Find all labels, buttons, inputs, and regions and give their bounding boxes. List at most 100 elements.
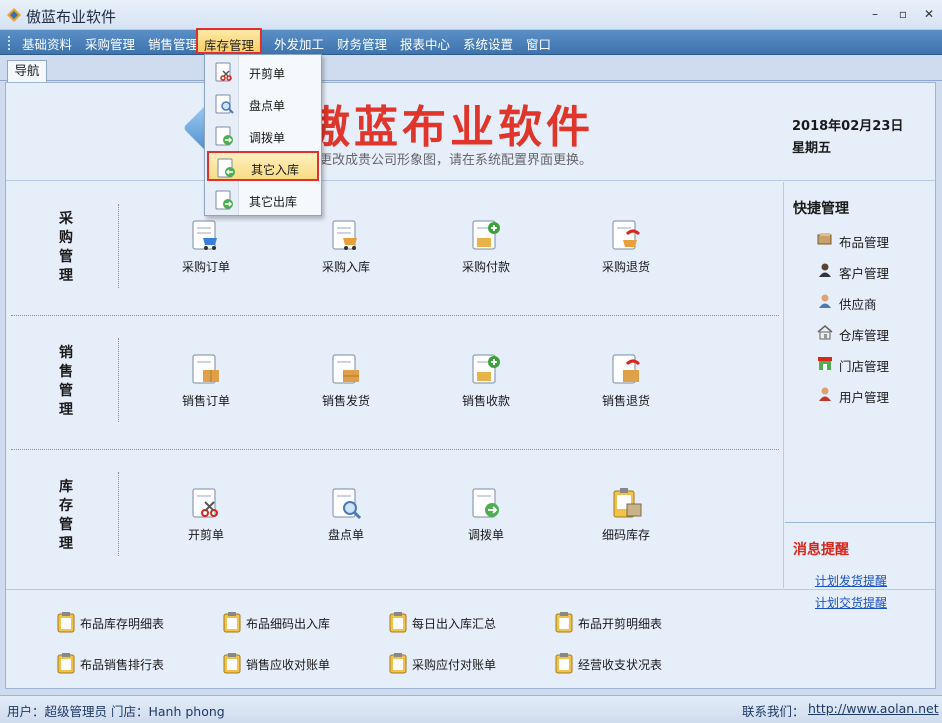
current-date: 2018年02月23日: [792, 119, 904, 134]
purchase-payment-tile[interactable]: 采购付款: [446, 218, 526, 288]
tab-strip: 导航: [0, 55, 942, 82]
dropdown-label: 盘点单: [249, 99, 286, 113]
side-separator: [785, 522, 935, 523]
purchase-order-tile[interactable]: 采购订单: [166, 218, 246, 288]
quick-customer-label: 客户管理: [839, 266, 890, 281]
stock-section: 库存管理 开剪单 盘点单 调拨单 细码库存: [6, 450, 784, 584]
transfer-label: 调拨单: [467, 528, 504, 542]
tab-navigation[interactable]: 导航: [7, 60, 47, 82]
dropdown-label: 其它出库: [249, 195, 298, 209]
purchase-return-label: 采购退货: [601, 260, 650, 274]
menu-bar: 基础资料 采购管理 销售管理 库存管理 外发加工 财务管理 报表中心 系统设置 …: [0, 28, 942, 55]
section-divider: [118, 204, 119, 288]
sales-delivery-label: 销售发货: [321, 394, 370, 408]
report-label: 每日出入库汇总: [412, 617, 497, 631]
dropdown-item-other-out[interactable]: 其它出库: [207, 185, 319, 215]
status-contact: 联系我们：: [742, 704, 805, 719]
dropdown-label: 其它入库: [251, 163, 300, 177]
fabric-icon: [817, 233, 832, 245]
sales-return-tile[interactable]: 销售退货: [586, 352, 666, 422]
menu-finance[interactable]: 财务管理: [337, 34, 387, 53]
maximize-button[interactable]: ▫: [892, 5, 914, 23]
sales-collection-tile[interactable]: 销售收款: [446, 352, 526, 422]
banner-title: 傲蓝布业软件: [306, 102, 594, 153]
menu-inventory[interactable]: 库存管理: [196, 28, 263, 54]
navigation-panel: 傲蓝布业软件 以更改成贵公司形象图，请在系统配置界面更换。 2018年02月23…: [5, 82, 936, 689]
sales-return-icon: [612, 354, 641, 384]
detail-stock-tile[interactable]: 细码库存: [586, 486, 666, 556]
cutting-order-tile[interactable]: 开剪单: [166, 486, 246, 556]
dropdown-item-transfer[interactable]: 调拨单: [207, 121, 319, 151]
quick-fabric-label: 布品管理: [839, 235, 890, 250]
clipboard-icon: [223, 653, 241, 674]
sales-delivery-tile[interactable]: 销售发货: [306, 352, 386, 422]
clipboard-icon: [57, 612, 75, 633]
sales-order-label: 销售订单: [181, 394, 230, 408]
sales-return-label: 销售退货: [601, 394, 650, 408]
sales-order-tile[interactable]: 销售订单: [166, 352, 246, 422]
purchase-order-icon: [192, 220, 217, 250]
section-divider: [118, 472, 119, 556]
report-label: 布品细码出入库: [246, 617, 331, 631]
purchase-receipt-label: 采购入库: [321, 260, 370, 274]
user-icon: [819, 387, 831, 401]
module-grid: 采购管理 采购订单 采购入库 采购付款 采购退货 销售管理 销售订单 销售发货 …: [6, 182, 784, 588]
menu-purchase[interactable]: 采购管理: [85, 34, 135, 53]
menu-grip: [8, 36, 11, 50]
purchase-payment-icon: [472, 220, 500, 250]
title-bar: 傲蓝布业软件 – ▫ ✕: [0, 0, 942, 30]
menu-window[interactable]: 窗口: [526, 34, 551, 53]
clipboard-icon: [57, 653, 75, 674]
outbound-doc-icon: [215, 190, 233, 210]
report-label: 销售应收对账单: [246, 658, 331, 672]
clipboard-icon: [389, 612, 407, 633]
minimize-button[interactable]: –: [864, 5, 886, 23]
sales-section-label: 销售管理: [59, 345, 73, 418]
purchase-order-label: 采购订单: [181, 260, 230, 274]
dropdown-label: 调拨单: [249, 131, 286, 145]
sales-delivery-icon: [332, 354, 359, 384]
sales-order-icon: [192, 354, 219, 384]
close-button[interactable]: ✕: [918, 5, 940, 23]
stock-section-label: 库存管理: [59, 479, 73, 552]
quick-warehouse-label: 仓库管理: [839, 328, 890, 343]
quick-panel: 快捷管理 布品管理 客户管理 供应商 仓库管理 门店管理 用户管理 消息提醒 计…: [785, 182, 935, 610]
detail-stock-label: 细码库存: [601, 528, 650, 542]
message-title: 消息提醒: [793, 542, 849, 558]
magnifier-doc-icon: [332, 488, 362, 520]
menu-sales[interactable]: 销售管理: [148, 34, 198, 53]
purchase-return-tile[interactable]: 采购退货: [586, 218, 666, 288]
menu-basic-data[interactable]: 基础资料: [22, 34, 72, 53]
window-title: 傲蓝布业软件: [26, 8, 117, 26]
store-icon: [818, 357, 832, 370]
menu-reports[interactable]: 报表中心: [400, 34, 450, 53]
report-label: 经营收支状况表: [578, 658, 663, 672]
clipboard-icon: [389, 653, 407, 674]
website-link[interactable]: http://www.aolan.net: [808, 701, 939, 716]
shipment-reminder-link[interactable]: 计划发货提醒: [815, 572, 887, 589]
scissors-doc-icon: [192, 488, 218, 518]
report-label: 布品开剪明细表: [578, 617, 663, 631]
purchase-receipt-icon: [332, 220, 357, 250]
transfer-tile[interactable]: 调拨单: [446, 486, 526, 556]
quick-title: 快捷管理: [793, 201, 849, 217]
transfer-doc-icon: [472, 488, 499, 518]
stocktake-tile[interactable]: 盘点单: [306, 486, 386, 556]
dropdown-label: 开剪单: [249, 67, 286, 81]
status-user: 用户：超级管理员 门店：Hanh phong: [7, 704, 225, 719]
report-shortcuts: 布品库存明细表 布品细码出入库 每日出入库汇总 布品开剪明细表 布品销售排行表 …: [6, 589, 935, 689]
inbound-doc-icon: [217, 158, 235, 178]
purchase-section: 采购管理 采购订单 采购入库 采购付款 采购退货: [6, 182, 784, 316]
menu-settings[interactable]: 系统设置: [463, 34, 513, 53]
purchase-payment-label: 采购付款: [461, 260, 510, 274]
purchase-section-label: 采购管理: [59, 211, 73, 284]
purchase-receipt-tile[interactable]: 采购入库: [306, 218, 386, 288]
menu-outsourcing[interactable]: 外发加工: [274, 34, 324, 53]
stocktake-label: 盘点单: [327, 528, 364, 542]
dropdown-item-cutting[interactable]: 开剪单: [207, 57, 319, 87]
magnifier-doc-icon: [215, 94, 234, 114]
dropdown-item-stocktake[interactable]: 盘点单: [207, 89, 319, 119]
sales-section: 销售管理 销售订单 销售发货 销售收款 销售退货: [6, 316, 784, 450]
quick-store-label: 门店管理: [839, 359, 890, 374]
dropdown-item-other-in[interactable]: 其它入库: [207, 151, 319, 181]
